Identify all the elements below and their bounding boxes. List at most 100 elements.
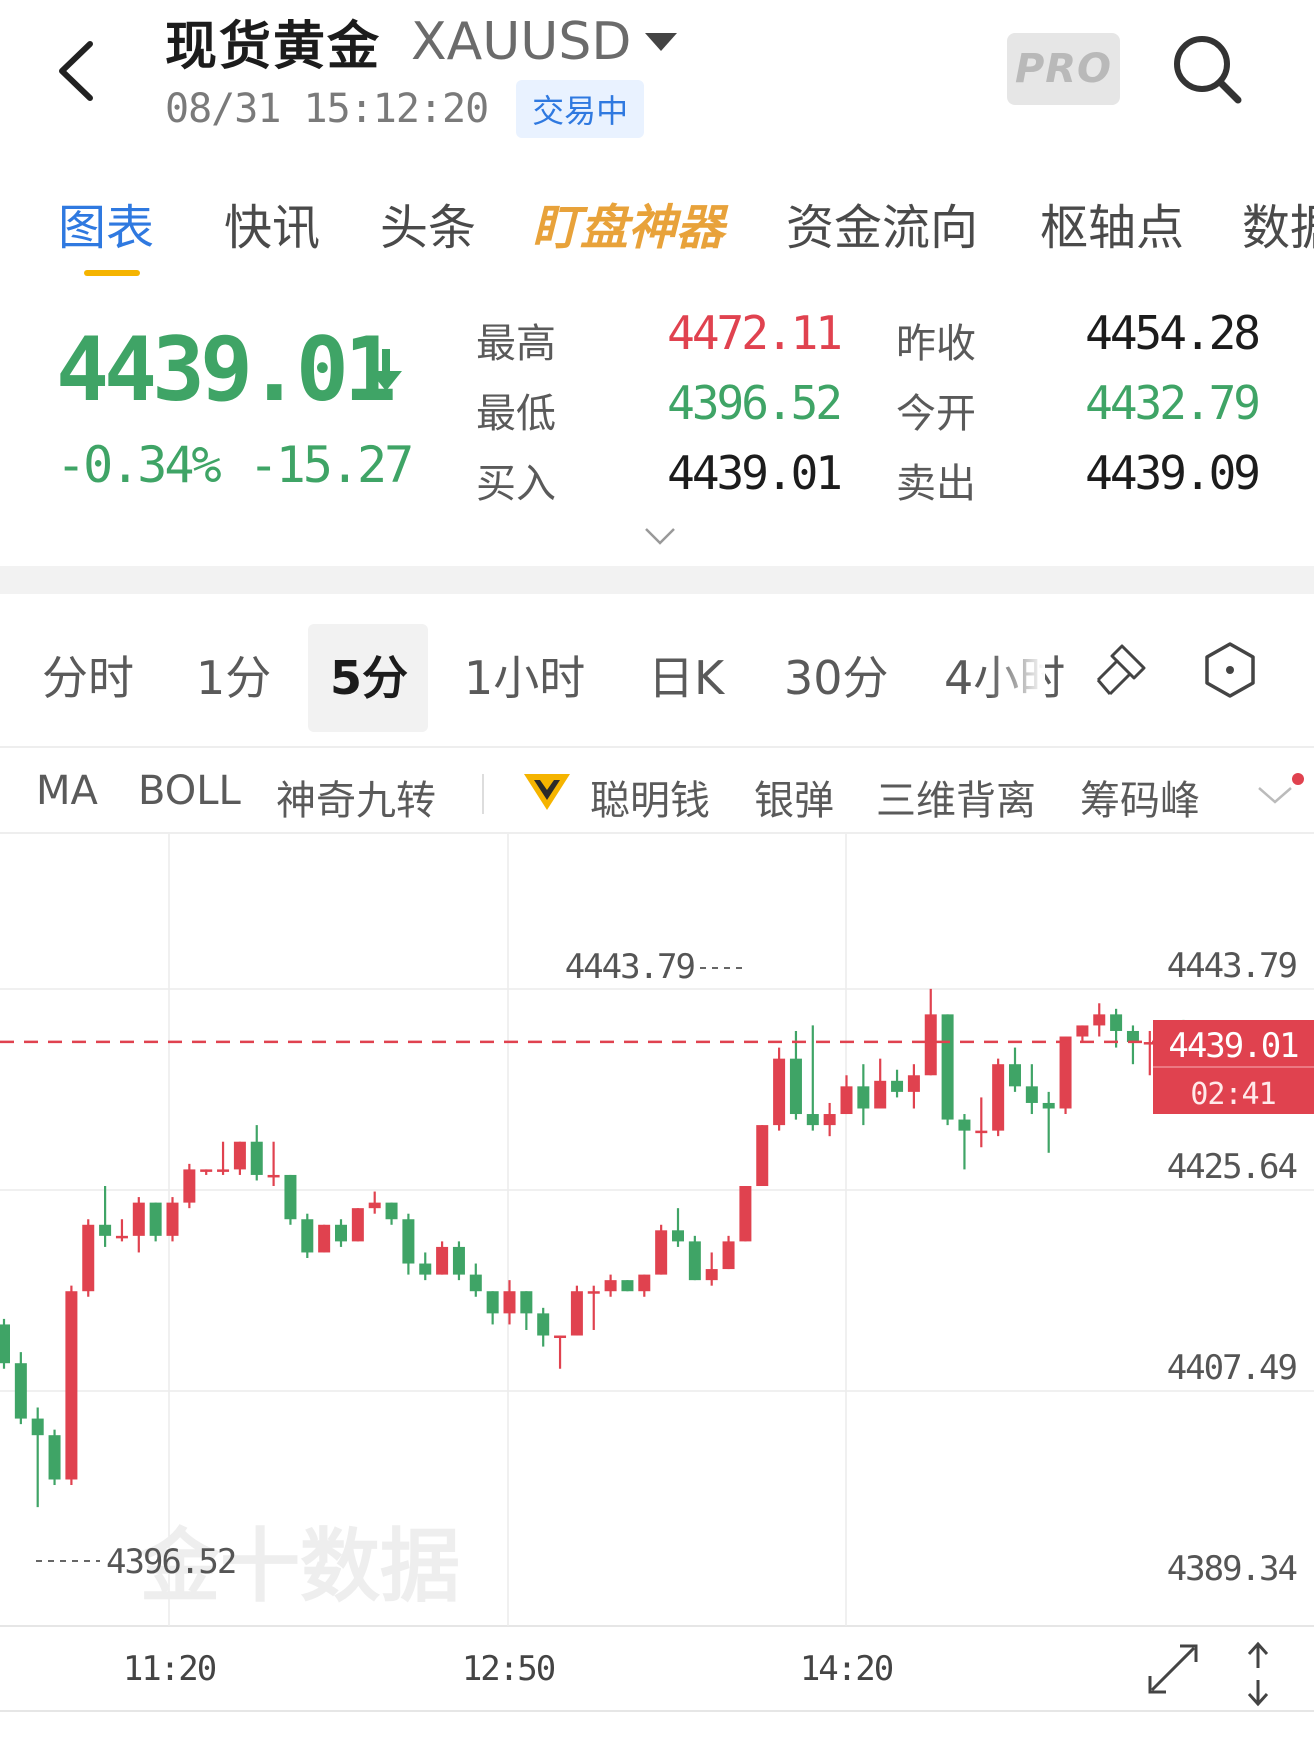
- current-price-label: 4439.01: [1168, 1026, 1298, 1066]
- period-1min[interactable]: 1分: [196, 642, 271, 708]
- candle: [233, 1141, 246, 1175]
- tab-news-flash[interactable]: 快讯: [224, 188, 320, 258]
- candle: [82, 1219, 95, 1297]
- tabs-fade: [990, 612, 1045, 722]
- candle: [99, 1186, 112, 1247]
- drawing-tool-icon[interactable]: [1088, 638, 1152, 702]
- prev-close-value: 4454.28: [1085, 306, 1261, 360]
- change-absolute: -15.27: [248, 436, 415, 494]
- indicator-ma[interactable]: MA: [36, 768, 98, 814]
- candle: [587, 1285, 600, 1330]
- trading-status-badge: 交易中: [516, 80, 645, 138]
- candle: [1042, 1091, 1055, 1153]
- candle: [318, 1224, 331, 1253]
- tab-headlines[interactable]: 头条: [380, 188, 476, 258]
- fullscreen-icon[interactable]: [1148, 1644, 1198, 1694]
- candle: [1076, 1025, 1089, 1043]
- candle: [992, 1058, 1005, 1137]
- y-tick-label: 4407.49: [1167, 1348, 1297, 1388]
- indicator-silver-bullet[interactable]: 银弹: [754, 768, 834, 826]
- candle: [402, 1213, 415, 1275]
- candle: [486, 1291, 499, 1325]
- period-timeshare[interactable]: 分时: [42, 642, 134, 708]
- period-1hour[interactable]: 1小时: [464, 642, 585, 708]
- dropdown-caret-icon: [645, 32, 678, 51]
- scale-icon[interactable]: [1247, 1641, 1269, 1707]
- indicator-chip-peak[interactable]: 筹码峰: [1080, 768, 1200, 826]
- candles: [0, 988, 1207, 1508]
- y-tick-label: 4425.64: [1167, 1147, 1297, 1187]
- candle: [705, 1252, 718, 1286]
- ask-value: 4439.09: [1085, 446, 1261, 500]
- tab-chart[interactable]: 图表: [58, 188, 154, 258]
- expand-chevron-icon[interactable]: [644, 526, 676, 546]
- prev-close-label: 昨收: [896, 321, 976, 367]
- candle: [200, 1169, 213, 1175]
- candle: [31, 1407, 44, 1508]
- candle: [166, 1197, 179, 1242]
- tab-pivot-points[interactable]: 枢轴点: [1040, 188, 1184, 258]
- open-label: 今开: [896, 391, 976, 437]
- candle: [368, 1191, 381, 1214]
- tab-monitor-tool[interactable]: 盯盘神器: [532, 188, 724, 258]
- candle: [554, 1335, 567, 1369]
- candle: [941, 1014, 954, 1126]
- candle: [1009, 1047, 1021, 1092]
- candle: [132, 1197, 145, 1253]
- tab-fund-flow[interactable]: 资金流向: [786, 188, 978, 258]
- quote-datetime: 08/31 15:12:20: [165, 86, 489, 132]
- candle: [891, 1069, 904, 1098]
- period-daily[interactable]: 日K: [648, 642, 724, 708]
- candlestick-chart[interactable]: 4443.79 4425.64 4407.49 4389.34 11:20 12:50 14…: [0, 834, 1314, 1745]
- candle: [301, 1213, 314, 1258]
- candle: [335, 1219, 347, 1247]
- candle: [975, 1097, 988, 1148]
- candle: [789, 1030, 802, 1120]
- candle: [739, 1186, 752, 1242]
- more-chevron-icon[interactable]: [1255, 772, 1305, 816]
- candle: [520, 1291, 533, 1330]
- low-value: 4396.52: [667, 376, 843, 430]
- tab-data[interactable]: 数据: [1242, 188, 1314, 258]
- candle: [267, 1141, 280, 1187]
- period-30min[interactable]: 30分: [784, 642, 889, 708]
- candle: [857, 1064, 870, 1126]
- x-tick-label: 12:50: [462, 1649, 555, 1689]
- candle: [874, 1058, 887, 1109]
- section-divider: [0, 566, 1314, 594]
- indicator-bar: MA BOLL 神奇九转 聪明钱 银弹 三维背离 筹码峰: [0, 750, 1314, 832]
- instrument-title[interactable]: 现货黄金 XAUUSD: [165, 4, 678, 79]
- candle: [823, 1102, 836, 1137]
- candle: [604, 1274, 617, 1297]
- pro-button[interactable]: PRO: [1007, 33, 1120, 105]
- candle: [217, 1141, 230, 1175]
- candle: [1059, 1036, 1072, 1115]
- high-label: 最高: [476, 321, 556, 367]
- instrument-code: XAUUSD: [411, 11, 632, 72]
- indicator-smart-money[interactable]: 聪明钱: [590, 768, 710, 826]
- candle: [65, 1285, 78, 1486]
- session-low-label: 4396.52: [106, 1542, 235, 1582]
- candle: [469, 1263, 482, 1297]
- candle: [149, 1202, 162, 1242]
- search-icon[interactable]: [1168, 30, 1248, 110]
- candle: [503, 1280, 516, 1325]
- instrument-name: 现货黄金: [165, 17, 382, 77]
- candle: [688, 1235, 701, 1281]
- period-5min[interactable]: 5分: [330, 642, 408, 708]
- candle: [14, 1352, 27, 1425]
- indicator-boll[interactable]: BOLL: [138, 768, 241, 814]
- indicator-3d-divergence[interactable]: 三维背离: [876, 768, 1036, 826]
- settings-hexagon-icon[interactable]: [1200, 640, 1260, 700]
- candle: [183, 1163, 196, 1209]
- candle: [419, 1252, 432, 1281]
- back-arrow-icon[interactable]: [52, 36, 112, 106]
- candle: [773, 1047, 786, 1131]
- active-tab-indicator: [84, 270, 140, 276]
- x-tick-label: 11:20: [123, 1649, 216, 1689]
- x-tick-label: 14:20: [800, 1649, 893, 1689]
- indicator-magic-nine[interactable]: 神奇九转: [276, 768, 436, 826]
- candle: [250, 1125, 263, 1181]
- down-arrow-icon: [370, 349, 402, 391]
- candle: [48, 1429, 61, 1486]
